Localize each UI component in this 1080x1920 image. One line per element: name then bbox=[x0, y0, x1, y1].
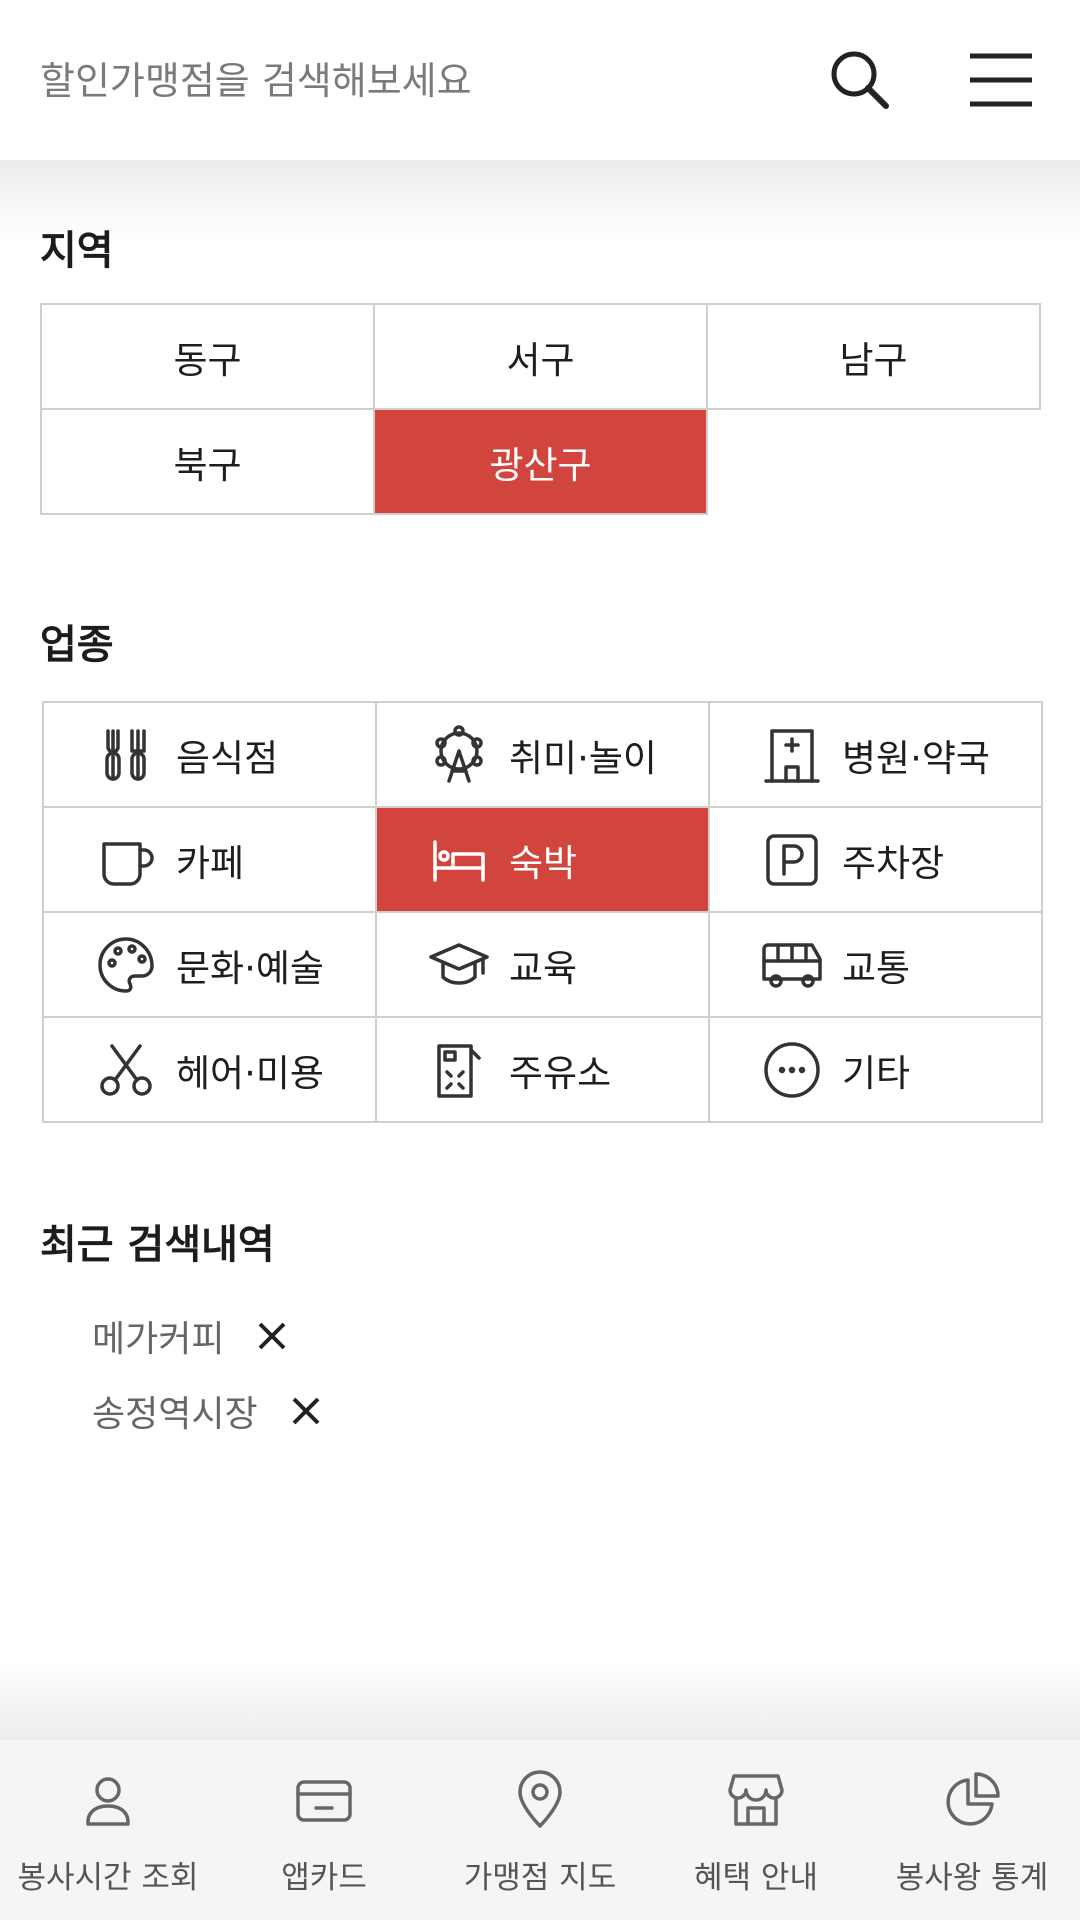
category-cell[interactable]: 교육 bbox=[375, 911, 710, 1018]
close-icon bbox=[259, 1322, 286, 1350]
category-label: 기타 bbox=[842, 1051, 911, 1095]
parking-icon bbox=[760, 828, 824, 892]
search-icon bbox=[831, 51, 889, 109]
category-cell[interactable]: 기타 bbox=[708, 1016, 1043, 1123]
bottom-nav-shadow bbox=[0, 1660, 1080, 1740]
category-cell[interactable]: 교통 bbox=[708, 911, 1043, 1018]
store-icon bbox=[724, 1768, 788, 1832]
card-icon bbox=[292, 1768, 356, 1832]
region-title: 지역 bbox=[40, 228, 114, 274]
map-pin-icon bbox=[518, 1770, 562, 1828]
more-icon bbox=[764, 1041, 820, 1098]
user-icon bbox=[76, 1768, 140, 1832]
ferris-wheel-icon bbox=[435, 724, 483, 783]
bed-icon bbox=[433, 839, 485, 882]
recent-search-item: 메가커피 bbox=[92, 1310, 290, 1362]
gas-station-icon bbox=[427, 1038, 491, 1102]
remove-recent-search-button[interactable] bbox=[254, 1318, 290, 1354]
category-label: 숙박 bbox=[509, 841, 578, 885]
recent-search-item: 송정역시장 bbox=[92, 1385, 324, 1437]
category-cell[interactable]: 문화·예술 bbox=[42, 911, 377, 1018]
category-cell[interactable]: 음식점 bbox=[42, 701, 377, 808]
bus-icon bbox=[762, 942, 822, 988]
hamburger-menu-icon bbox=[970, 53, 1032, 107]
store-icon bbox=[728, 1774, 784, 1826]
scissors-icon bbox=[94, 1038, 158, 1102]
map-pin-icon bbox=[508, 1768, 572, 1832]
category-cell[interactable]: 숙박 bbox=[375, 806, 710, 913]
category-label: 카페 bbox=[176, 841, 245, 885]
header bbox=[0, 0, 1080, 160]
category-label: 취미·놀이 bbox=[509, 736, 657, 780]
bus-icon bbox=[760, 933, 824, 997]
recent-search-title: 최근 검색내역 bbox=[40, 1222, 275, 1268]
close-icon bbox=[292, 1397, 320, 1425]
category-title: 업종 bbox=[40, 622, 114, 668]
card-icon bbox=[296, 1780, 352, 1822]
bottom-nav-label: 혜택 안내 bbox=[694, 1860, 818, 1896]
remove-recent-search-button[interactable] bbox=[288, 1393, 324, 1429]
category-cell[interactable]: 주유소 bbox=[375, 1016, 710, 1123]
bottom-nav-item[interactable]: 가맹점 지도 bbox=[432, 1740, 648, 1920]
category-cell[interactable]: 취미·놀이 bbox=[375, 701, 710, 808]
palette-icon bbox=[94, 933, 158, 997]
pie-chart-icon bbox=[946, 1772, 1000, 1826]
hospital-icon bbox=[764, 728, 820, 783]
category-label: 주차장 bbox=[842, 841, 945, 885]
more-icon bbox=[760, 1038, 824, 1102]
region-cell[interactable]: 남구 bbox=[706, 303, 1041, 410]
palette-icon bbox=[98, 936, 154, 993]
coffee-cup-icon bbox=[102, 841, 154, 886]
region-cell[interactable]: 광산구 bbox=[373, 408, 708, 515]
bottom-nav: 봉사시간 조회 앱카드 가맹점 지도 혜택 안내 봉사왕 통계 bbox=[0, 1740, 1080, 1920]
bottom-nav-label: 봉사시간 조회 bbox=[17, 1860, 199, 1896]
category-label: 병원·약국 bbox=[842, 736, 990, 780]
bottom-nav-item[interactable]: 혜택 안내 bbox=[648, 1740, 864, 1920]
region-cell[interactable]: 동구 bbox=[40, 303, 375, 410]
user-icon bbox=[86, 1777, 130, 1826]
category-cell[interactable]: 카페 bbox=[42, 806, 377, 913]
graduation-cap-icon bbox=[429, 942, 489, 985]
region-cell[interactable]: 서구 bbox=[373, 303, 708, 410]
ferris-wheel-icon bbox=[427, 723, 491, 787]
parking-icon bbox=[766, 833, 818, 886]
recent-search-text[interactable]: 메가커피 bbox=[92, 1310, 224, 1362]
category-cell[interactable]: 주차장 bbox=[708, 806, 1043, 913]
region-cell[interactable]: 북구 bbox=[40, 408, 375, 515]
category-label: 주유소 bbox=[509, 1051, 612, 1095]
hospital-icon bbox=[760, 723, 824, 787]
category-label: 교통 bbox=[842, 946, 911, 990]
scissors-icon bbox=[100, 1043, 152, 1096]
menu-button[interactable] bbox=[960, 40, 1040, 120]
graduation-cap-icon bbox=[427, 933, 491, 997]
bottom-nav-item[interactable]: 봉사왕 통계 bbox=[864, 1740, 1080, 1920]
category-label: 문화·예술 bbox=[176, 946, 324, 990]
header-shadow bbox=[0, 160, 1080, 240]
gas-station-icon bbox=[437, 1043, 481, 1098]
bottom-nav-label: 앱카드 bbox=[281, 1860, 367, 1896]
category-label: 음식점 bbox=[176, 736, 279, 780]
category-label: 교육 bbox=[509, 946, 578, 990]
pie-chart-icon bbox=[940, 1768, 1004, 1832]
category-label: 헤어·미용 bbox=[176, 1051, 324, 1095]
bottom-nav-item[interactable]: 앱카드 bbox=[216, 1740, 432, 1920]
utensils-icon bbox=[94, 723, 158, 787]
category-cell[interactable]: 병원·약국 bbox=[708, 701, 1043, 808]
category-cell[interactable]: 헤어·미용 bbox=[42, 1016, 377, 1123]
bottom-nav-label: 가맹점 지도 bbox=[463, 1860, 617, 1896]
bottom-nav-label: 봉사왕 통계 bbox=[895, 1860, 1049, 1896]
search-input[interactable] bbox=[38, 48, 802, 114]
coffee-cup-icon bbox=[94, 828, 158, 892]
utensils-icon bbox=[105, 728, 146, 781]
recent-search-text[interactable]: 송정역시장 bbox=[92, 1385, 258, 1437]
bed-icon bbox=[427, 828, 491, 892]
bottom-nav-item[interactable]: 봉사시간 조회 bbox=[0, 1740, 216, 1920]
search-button[interactable] bbox=[820, 40, 900, 120]
